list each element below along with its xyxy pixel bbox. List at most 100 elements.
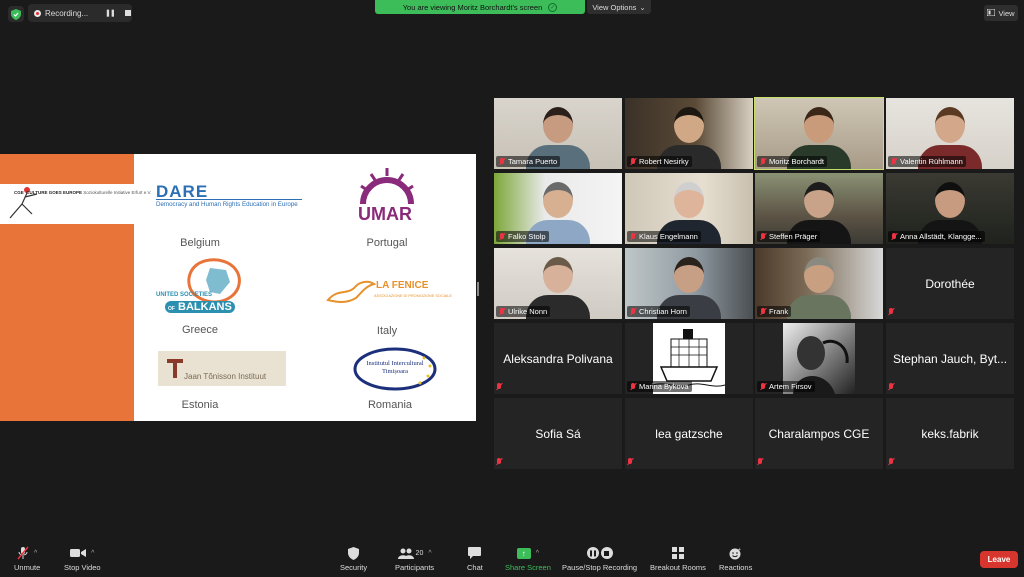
zoom-window: Recording... ❚❚ You are viewing Moritz B… xyxy=(0,0,1024,577)
view-label: View xyxy=(998,8,1015,18)
participant-tile[interactable]: Klaus Engelmann xyxy=(625,173,753,244)
chevron-up-icon[interactable]: ^ xyxy=(91,550,94,557)
security-shield-icon[interactable] xyxy=(8,6,24,22)
participant-tile[interactable]: Frank xyxy=(755,248,883,319)
unmute-label: Unmute xyxy=(14,563,41,572)
muted-mic-icon xyxy=(760,307,766,316)
muted-mic-icon xyxy=(891,157,897,166)
umar-logo-icon xyxy=(360,168,414,205)
fenice-logo-subtitle: ASSOCIAZIONE DI PROMOZIONE SOCIALE xyxy=(374,294,452,298)
stop-video-label: Stop Video xyxy=(64,563,101,572)
share-screen-arrow-icon: ↑ xyxy=(516,547,531,559)
shield-icon xyxy=(348,546,360,560)
umar-logo-title: UMAR xyxy=(358,204,412,224)
participant-tile[interactable]: Valentin Rühlmann xyxy=(886,98,1014,169)
stop-recording-icon[interactable] xyxy=(124,10,131,16)
participants-icon xyxy=(397,548,414,559)
cge-subtitle: Soziokulturelle Initiative Erfurt e.V. xyxy=(83,190,152,195)
unmute-button[interactable]: ^ Unmute xyxy=(14,546,40,572)
muted-mic-icon xyxy=(499,307,505,316)
svg-text:+: + xyxy=(738,547,741,553)
participant-tile[interactable]: Charalampos CGE xyxy=(755,398,883,469)
screen-share-banner: You are viewing Moritz Borchardt's scree… xyxy=(375,0,585,14)
participant-tile[interactable]: Steffen Präger xyxy=(755,173,883,244)
participant-tile[interactable]: Stephan Jauch, Byt... xyxy=(886,323,1014,394)
share-screen-button[interactable]: ↑ ^ Share Screen xyxy=(505,546,551,572)
view-button[interactable]: View xyxy=(984,5,1018,21)
participant-tile[interactable]: Falko Stolp xyxy=(494,173,622,244)
reactions-button[interactable]: + Reactions xyxy=(719,546,752,573)
participant-nameplate: Valentin Rühlmann xyxy=(888,156,966,167)
participant-name-large: Sofia Sá xyxy=(535,426,581,441)
participant-name: Ulrike Nonn xyxy=(508,307,548,316)
muted-mic-icon xyxy=(630,307,636,316)
participant-nameplate: Marina Bykova xyxy=(627,381,692,392)
cge-prefix: CGE xyxy=(14,190,24,195)
recording-dot-icon xyxy=(34,9,41,17)
leave-button[interactable]: Leave xyxy=(980,551,1018,568)
usb-logo-badge: OF BALKANS xyxy=(165,301,235,313)
participant-name-large: Dorothée xyxy=(925,276,975,291)
participant-tile[interactable]: Artem Firsov xyxy=(755,323,883,394)
participant-name: Marina Bykova xyxy=(639,382,689,391)
participant-nameplate: Robert Nesirky xyxy=(627,156,692,167)
participant-name: Frank xyxy=(769,307,789,316)
split-resize-handle[interactable] xyxy=(477,282,479,296)
participant-tile[interactable]: Anna Allstädt, Klangge... xyxy=(886,173,1014,244)
banner-close-icon[interactable]: ✓ xyxy=(548,2,558,12)
stop-video-button[interactable]: ^ Stop Video xyxy=(64,546,101,572)
participant-name: Falko Stolp xyxy=(508,232,546,241)
chevron-up-icon[interactable]: ^ xyxy=(34,550,37,557)
participant-tile[interactable]: Aleksandra Polivana xyxy=(494,323,622,394)
grid-view-icon xyxy=(986,8,996,18)
participant-tile[interactable]: lea gatzsche xyxy=(625,398,753,469)
participant-tile[interactable]: Dorothée xyxy=(886,248,1014,319)
muted-mic-icon xyxy=(888,458,894,466)
smiley-icon: + xyxy=(729,547,741,559)
participant-name: Tamara Puerto xyxy=(508,157,558,166)
participant-tile[interactable]: Sofia Sá xyxy=(494,398,622,469)
participant-nameplate: Ulrike Nonn xyxy=(496,306,551,317)
chevron-up-icon[interactable]: ^ xyxy=(536,550,539,557)
view-options-button[interactable]: View Options ⌄ xyxy=(587,0,651,14)
participant-name: Christian Horn xyxy=(639,307,687,316)
banner-text: You are viewing Moritz Borchardt's scree… xyxy=(402,2,543,12)
participant-name: Robert Nesirky xyxy=(639,157,689,166)
participants-button[interactable]: 20 ^ Participants xyxy=(395,546,434,572)
breakout-rooms-button[interactable]: Breakout Rooms xyxy=(650,546,706,572)
participant-tile[interactable]: Tamara Puerto xyxy=(494,98,622,169)
participant-tile[interactable]: Ulrike Nonn xyxy=(494,248,622,319)
participant-tile[interactable]: Marina Bykova xyxy=(625,323,753,394)
participant-name: Klaus Engelmann xyxy=(639,232,698,241)
meeting-toolbar: ^ Unmute ^ Stop Video Security 20 ^ Part… xyxy=(0,543,1024,577)
usb-logo-title: UNITED SOCIETIES xyxy=(156,292,212,298)
participant-tile[interactable]: keks.fabrik xyxy=(886,398,1014,469)
pause-stop-recording-button[interactable]: ❚❚ Pause/Stop Recording xyxy=(562,546,637,572)
muted-mic-icon xyxy=(760,232,766,241)
dare-logo-subtitle: Democracy and Human Rights Education in … xyxy=(156,201,298,208)
security-button[interactable]: Security xyxy=(340,546,367,572)
recording-indicator: Recording... ❚❚ xyxy=(28,4,132,22)
share-screen-label: Share Screen xyxy=(505,563,551,572)
participant-tile[interactable]: Christian Horn xyxy=(625,248,753,319)
chevron-up-icon[interactable]: ^ xyxy=(428,550,431,557)
participant-tile[interactable]: Moritz Borchardt xyxy=(754,97,884,170)
chat-bubble-icon xyxy=(468,547,482,559)
country-label: Belgium xyxy=(180,237,220,249)
chat-button[interactable]: Chat xyxy=(467,546,483,572)
stop-icon xyxy=(600,547,613,559)
participant-nameplate: Falko Stolp xyxy=(496,231,549,242)
country-label: Estonia xyxy=(181,399,219,411)
participant-nameplate: Anna Allstädt, Klangge... xyxy=(888,231,985,242)
iit-title-line2: Timișoara xyxy=(381,368,409,375)
muted-mic-icon xyxy=(760,382,766,391)
participant-nameplate: Tamara Puerto xyxy=(496,156,561,167)
muted-mic-icon xyxy=(630,382,636,391)
cge-title: CULTURE GOES EUROPE xyxy=(26,190,82,195)
participants-count: 20 xyxy=(415,549,424,557)
participant-tile[interactable]: Robert Nesirky xyxy=(625,98,753,169)
pause-recording-icon[interactable]: ❚❚ xyxy=(105,9,116,17)
muted-mic-icon xyxy=(496,458,502,466)
muted-mic-icon xyxy=(499,232,505,241)
participant-name-large: keks.fabrik xyxy=(921,426,979,441)
